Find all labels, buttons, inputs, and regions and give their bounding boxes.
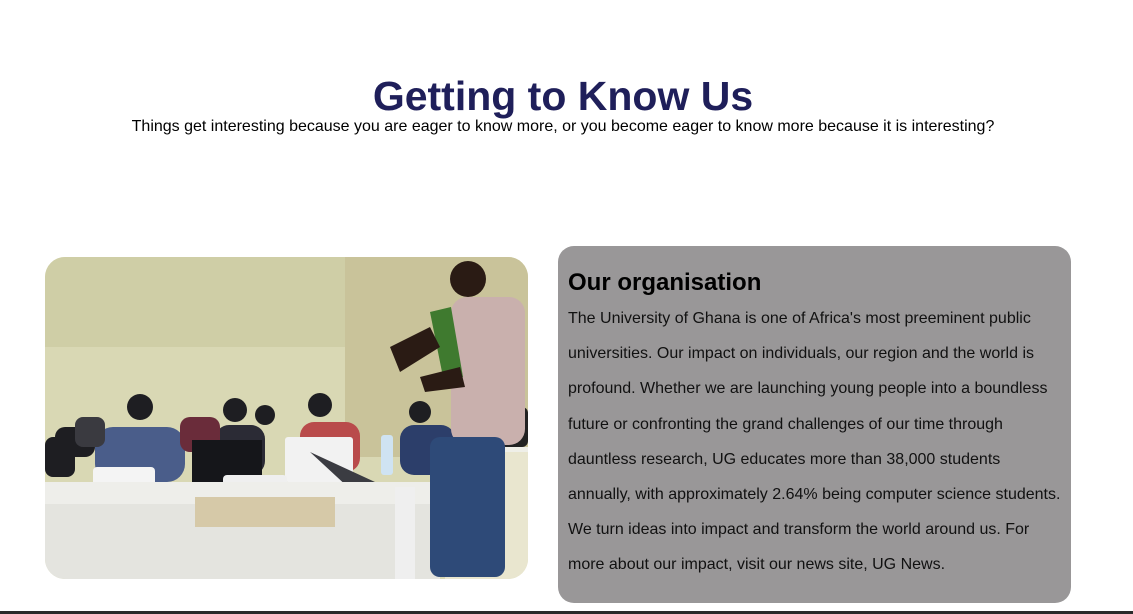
classroom-photo [45,257,528,579]
about-title: Our organisation [568,269,762,296]
page-title: Getting to Know Us [372,73,754,119]
about-card: Our organisation The University of Ghana… [558,246,1071,603]
about-body: The University of Ghana is one of Africa… [568,310,1061,574]
page-subtitle: Things get interesting because you are e… [131,118,995,135]
page: Getting to Know Us Things get interestin… [0,0,1133,614]
